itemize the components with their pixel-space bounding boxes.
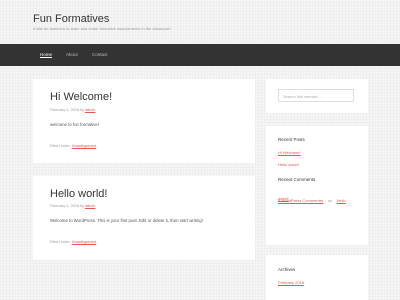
post-content: welcome to fun formative!: [50, 122, 99, 127]
widget-title: Archives: [278, 267, 296, 272]
recent-post-link[interactable]: Hi Welcome!: [278, 150, 301, 155]
site-title[interactable]: Fun Formatives: [33, 13, 109, 25]
post-card-2: Hello world! February 2, 2018 by admin W…: [33, 176, 255, 260]
category-link[interactable]: Uncategorized: [72, 240, 96, 244]
comment-post-link[interactable]: Hello: [337, 198, 346, 203]
comment-post-link-cont[interactable]: world!: [278, 196, 289, 201]
widget-title: Recent Comments: [278, 177, 316, 182]
nav-contact[interactable]: Contact: [92, 52, 108, 57]
archives-widget: Archives February 2018: [266, 255, 368, 300]
widget-title: Recent Posts: [278, 137, 305, 142]
filed-under-label: Filed Under:: [50, 240, 71, 244]
post-title[interactable]: Hello world!: [50, 188, 107, 200]
post-card-1: Hi Welcome! February 2, 2018 by admin we…: [33, 79, 255, 163]
search-input[interactable]: Search this website …: [278, 89, 354, 102]
post-date: February 2, 2018: [50, 204, 79, 208]
search-placeholder: Search this website …: [283, 93, 323, 99]
post-author-link[interactable]: admin: [85, 108, 95, 112]
post-meta: February 2, 2018 by admin: [50, 108, 95, 112]
post-by: by: [79, 108, 84, 112]
post-date: February 2, 2018: [50, 108, 79, 112]
post-meta: February 2, 2018 by admin: [50, 204, 95, 208]
recent-comments-widget: Recent Comments A WordPress Commenter on…: [266, 166, 368, 245]
category-link[interactable]: Uncategorized: [72, 144, 96, 148]
main-navigation: Home About Contact: [0, 44, 400, 66]
post-content: Welcome to WordPress. This is your first…: [50, 218, 203, 223]
post-title[interactable]: Hi Welcome!: [50, 91, 112, 103]
comment-on-text: on: [327, 198, 333, 203]
post-author-link[interactable]: admin: [85, 204, 95, 208]
post-categories: Filed Under: Uncategorized: [50, 144, 96, 148]
filed-under-label: Filed Under:: [50, 144, 71, 148]
nav-about[interactable]: About: [66, 52, 78, 57]
archive-link[interactable]: February 2018: [278, 280, 304, 285]
nav-home[interactable]: Home: [40, 52, 52, 57]
post-categories: Filed Under: Uncategorized: [50, 240, 96, 244]
post-by: by: [79, 204, 84, 208]
site-description: A site for teachers to learn and share f…: [33, 26, 171, 31]
